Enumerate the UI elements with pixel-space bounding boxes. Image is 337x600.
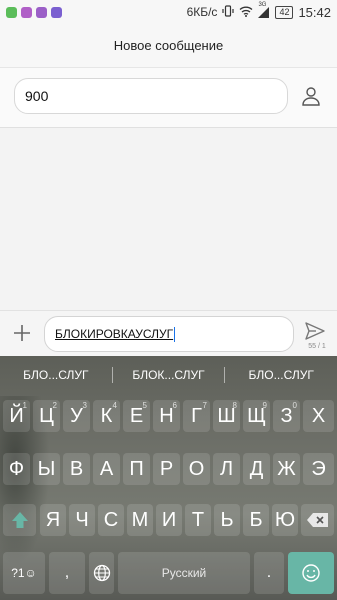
clock: 15:42 — [298, 4, 331, 20]
key-ж[interactable]: Ж — [273, 453, 300, 485]
globe-icon — [93, 564, 110, 582]
send-button[interactable] — [304, 321, 326, 341]
key-ч[interactable]: Ч — [69, 504, 95, 536]
key-label: Н — [159, 404, 174, 427]
space-key[interactable]: Русский — [118, 552, 250, 594]
key-hint: 3 — [82, 401, 87, 410]
compose-bar: БЛОКИРОВКАУСЛУГ 55 / 1 — [0, 310, 337, 356]
key-г[interactable]: Г7 — [183, 400, 210, 432]
key-л[interactable]: Л — [213, 453, 240, 485]
key-у[interactable]: У3 — [63, 400, 90, 432]
key-н[interactable]: Н6 — [153, 400, 180, 432]
key-ь[interactable]: Ь — [214, 504, 240, 536]
key-label: Г — [191, 404, 202, 427]
recipient-input[interactable]: 900 — [14, 78, 288, 114]
key-hint: 2 — [52, 401, 57, 410]
key-д[interactable]: Д — [243, 453, 270, 485]
key-х[interactable]: Х — [303, 400, 334, 432]
key-label: Х — [311, 404, 326, 427]
shift-icon — [11, 512, 28, 528]
period-key[interactable]: . — [254, 552, 284, 594]
key-hint: 9 — [262, 401, 267, 410]
keyboard: БЛО...СЛУГ БЛОК...СЛУГ БЛО...СЛУГ Й1 Ц2 … — [0, 356, 337, 600]
vibrate-icon — [222, 4, 235, 20]
message-text: БЛОКИРОВКАУСЛУГ — [55, 327, 174, 341]
key-е[interactable]: Е5 — [123, 400, 150, 432]
suggestion-item[interactable]: БЛО...СЛУГ — [0, 368, 112, 382]
backspace-key[interactable] — [301, 504, 334, 536]
globe-key[interactable] — [89, 552, 114, 594]
key-й[interactable]: Й1 — [3, 400, 30, 432]
suggestion-item[interactable]: БЛО...СЛУГ — [225, 368, 337, 382]
key-щ[interactable]: Щ9 — [243, 400, 270, 432]
key-ф[interactable]: Ф — [3, 453, 30, 485]
backspace-icon — [306, 513, 328, 527]
key-label: Е — [129, 404, 144, 427]
wifi-icon — [239, 5, 253, 20]
key-ю[interactable]: Ю — [272, 504, 298, 536]
key-к[interactable]: К4 — [93, 400, 120, 432]
message-input[interactable]: БЛОКИРОВКАУСЛУГ — [44, 316, 294, 352]
key-в[interactable]: В — [63, 453, 90, 485]
key-row-3: Я Ч С М И Т Ь Б Ю — [0, 504, 337, 536]
key-hint: 8 — [232, 401, 237, 410]
symbols-key[interactable]: ?1☺ — [3, 552, 45, 594]
notification-icon — [6, 6, 17, 18]
suggestion-item[interactable]: БЛОК...СЛУГ — [113, 368, 225, 382]
key-row-2: Ф Ы В А П Р О Л Д Ж Э — [0, 453, 337, 485]
notification-icon — [36, 6, 47, 18]
message-thread-area — [0, 128, 337, 310]
comma-key[interactable]: , — [49, 552, 85, 594]
key-hint: 1 — [22, 401, 27, 410]
suggestion-strip: БЛО...СЛУГ БЛОК...СЛУГ БЛО...СЛУГ — [0, 356, 337, 394]
key-м[interactable]: М — [127, 504, 153, 536]
key-hint: 7 — [202, 401, 207, 410]
status-bar: 6КБ/с 3G 42 15:42 — [0, 0, 337, 24]
signal-icon: 3G — [258, 2, 270, 18]
key-hint: 6 — [172, 401, 177, 410]
key-label: У — [70, 404, 83, 427]
key-ы[interactable]: Ы — [33, 453, 60, 485]
page-title: Новое сообщение — [113, 38, 224, 53]
key-hint: 5 — [142, 401, 147, 410]
key-о[interactable]: О — [183, 453, 210, 485]
key-ц[interactable]: Ц2 — [33, 400, 60, 432]
key-label: Й — [9, 404, 24, 427]
key-hint: 4 — [112, 401, 117, 410]
shift-key[interactable] — [3, 504, 36, 536]
key-б[interactable]: Б — [243, 504, 269, 536]
key-row-4: ?1☺ , Русский . — [0, 552, 337, 594]
notification-icon — [21, 6, 32, 18]
key-э[interactable]: Э — [303, 453, 334, 485]
key-row-1: Й1 Ц2 У3 К4 Е5 Н6 Г7 Ш8 Щ9 З0 Х — [0, 400, 337, 432]
key-з[interactable]: З0 — [273, 400, 300, 432]
key-с[interactable]: С — [98, 504, 124, 536]
contact-picker-icon[interactable] — [300, 85, 322, 107]
key-и[interactable]: И — [156, 504, 182, 536]
recipient-row: 900 — [0, 68, 337, 128]
emoji-key[interactable] — [288, 552, 334, 594]
add-attachment-icon[interactable] — [12, 323, 32, 343]
page-title-bar: Новое сообщение — [0, 24, 337, 68]
notification-icon — [51, 6, 62, 18]
key-а[interactable]: А — [93, 453, 120, 485]
text-caret — [174, 327, 176, 343]
key-р[interactable]: Р — [153, 453, 180, 485]
smiley-icon — [302, 564, 320, 582]
notification-icons — [6, 6, 62, 18]
key-т[interactable]: Т — [185, 504, 211, 536]
network-speed: 6КБ/с — [186, 5, 218, 19]
key-label: К — [100, 404, 113, 427]
key-label: З — [280, 404, 293, 427]
key-я[interactable]: Я — [40, 504, 66, 536]
network-type: 3G — [258, 1, 267, 8]
battery-indicator: 42 — [275, 5, 294, 19]
key-ш[interactable]: Ш8 — [213, 400, 240, 432]
key-п[interactable]: П — [123, 453, 150, 485]
character-counter: 55 / 1 — [308, 343, 326, 350]
key-hint: 0 — [292, 401, 297, 410]
space-key-label: Русский — [161, 566, 207, 580]
